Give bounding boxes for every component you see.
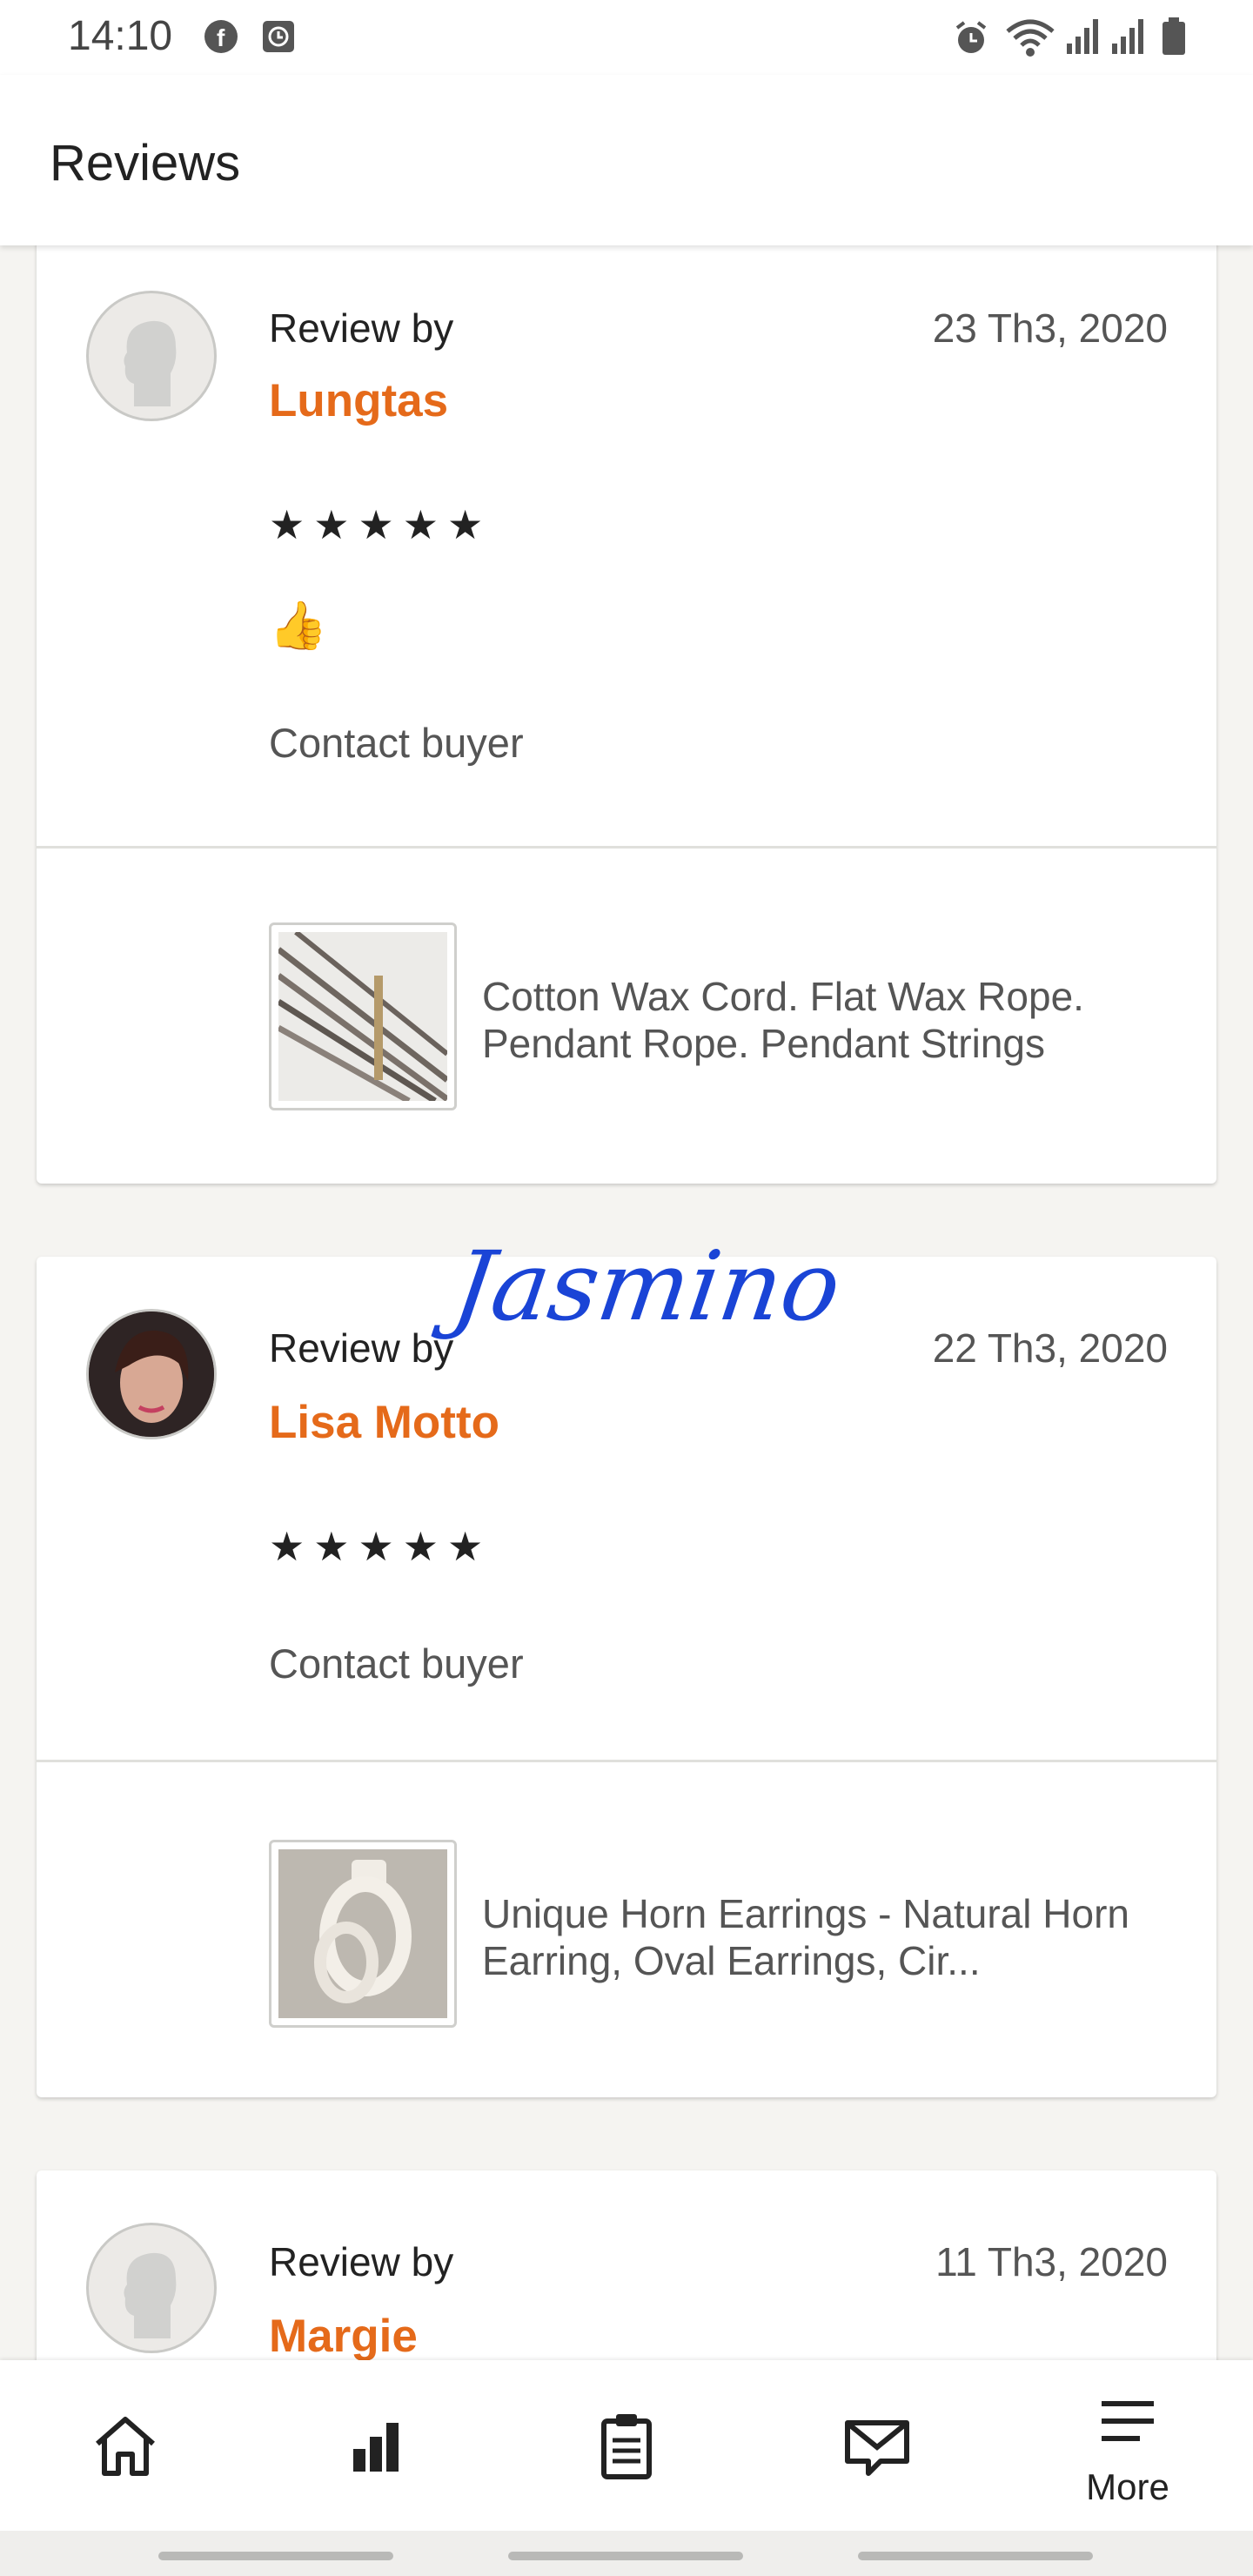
- reviewer-name[interactable]: Margie: [269, 2310, 418, 2363]
- product-title[interactable]: Cotton Wax Cord. Flat Wax Rope. Pendant …: [482, 973, 1169, 1067]
- review-by-label: Review by: [269, 2239, 454, 2284]
- product-thumbnail[interactable]: [269, 922, 457, 1110]
- review-card: Review by Jasmino Lisa Motto 22 Th3, 202…: [37, 1231, 1216, 2097]
- product-thumbnail[interactable]: [269, 1840, 457, 2028]
- home-icon: [90, 2411, 160, 2485]
- review-date: 11 Th3, 2020: [935, 2239, 1168, 2284]
- star-rating: ★★★★★: [269, 502, 492, 547]
- review-card: Review by Lungtas 23 Th3, 2020 ★★★★★ 👍 C…: [37, 218, 1216, 1184]
- facebook-icon: f: [202, 17, 240, 60]
- app-bar: Reviews: [0, 75, 1253, 245]
- orders-icon: [592, 2411, 661, 2485]
- default-avatar-icon[interactable]: [86, 2223, 217, 2353]
- gesture-handle[interactable]: [508, 2552, 743, 2560]
- contact-buyer-link[interactable]: Contact buyer: [269, 719, 524, 767]
- svg-text:f: f: [217, 24, 225, 51]
- review-date: 22 Th3, 2020: [932, 1325, 1168, 1371]
- battery-icon: [1161, 17, 1187, 60]
- status-bar: 14:10 f: [0, 0, 1253, 75]
- product-title[interactable]: Unique Horn Earrings - Natural Horn Earr…: [482, 1890, 1169, 1984]
- clock-app-icon: [261, 17, 296, 60]
- divider: [37, 846, 1216, 849]
- system-gesture-bar: [0, 2531, 1253, 2576]
- nav-orders[interactable]: [501, 2360, 752, 2531]
- gesture-handle[interactable]: [858, 2552, 1093, 2560]
- signal-icon: [1065, 17, 1103, 60]
- nav-stats[interactable]: [251, 2360, 501, 2531]
- gesture-handle[interactable]: [158, 2552, 393, 2560]
- nav-more[interactable]: More: [1002, 2360, 1253, 2531]
- review-date: 23 Th3, 2020: [932, 305, 1168, 351]
- alarm-icon: [950, 17, 992, 64]
- menu-icon: [1093, 2395, 1163, 2455]
- nav-home[interactable]: [0, 2360, 251, 2531]
- star-rating: ★★★★★: [269, 1524, 492, 1569]
- signature-overlay: Jasmino: [446, 1231, 848, 1342]
- status-time: 14:10: [68, 13, 173, 59]
- contact-buyer-link[interactable]: Contact buyer: [269, 1640, 524, 1687]
- divider: [37, 1760, 1216, 1762]
- reviewer-name[interactable]: Lungtas: [269, 374, 448, 427]
- wifi-icon: [1004, 17, 1056, 64]
- review-by-label: Review by: [269, 1325, 454, 1371]
- review-comment: 👍: [269, 600, 328, 652]
- reviewer-name[interactable]: Lisa Motto: [269, 1396, 499, 1449]
- bottom-nav: More: [0, 2360, 1253, 2531]
- review-by-label: Review by: [269, 305, 454, 351]
- reviewer-photo-avatar[interactable]: [86, 1309, 217, 1439]
- default-avatar-icon[interactable]: [86, 291, 217, 421]
- page-title: Reviews: [50, 135, 241, 191]
- signal-icon-2: [1110, 17, 1149, 60]
- more-label: More: [1086, 2466, 1169, 2507]
- nav-messages[interactable]: [752, 2360, 1002, 2531]
- stats-icon: [341, 2411, 411, 2485]
- messages-icon: [842, 2411, 912, 2485]
